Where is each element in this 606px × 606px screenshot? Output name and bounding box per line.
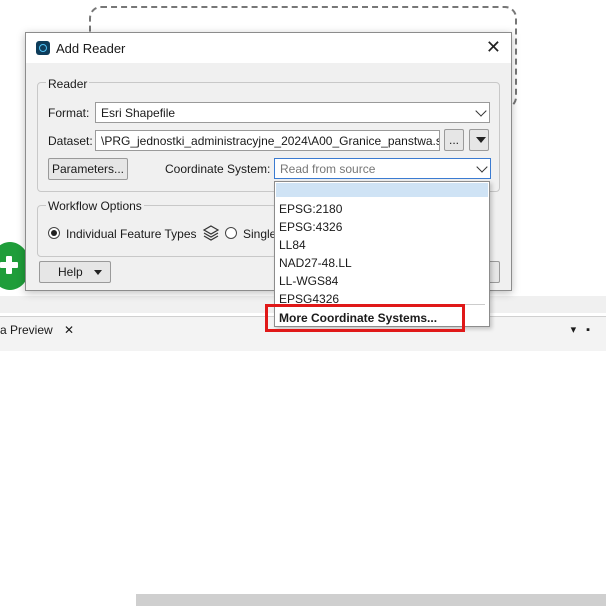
- annotation-highlight-box: [265, 304, 465, 332]
- format-select-value: Esri Shapefile: [101, 106, 176, 120]
- parameters-button[interactable]: Parameters...: [48, 158, 128, 180]
- help-button-label: Help: [58, 265, 83, 279]
- dropdown-item[interactable]: EPSG:2180: [279, 202, 342, 216]
- dataset-menu-button[interactable]: [469, 129, 489, 151]
- layers-icon: [202, 225, 220, 241]
- dialog-title: Add Reader: [56, 41, 126, 56]
- chevron-down-icon: [94, 270, 102, 275]
- help-button[interactable]: Help: [39, 261, 111, 283]
- dropdown-item-blank[interactable]: [276, 183, 488, 197]
- individual-feature-types-radio[interactable]: [48, 227, 60, 239]
- coordinate-system-select[interactable]: Read from source: [274, 158, 491, 179]
- individual-feature-types-label: Individual Feature Types: [66, 227, 197, 241]
- triangle-down-icon: [476, 137, 486, 143]
- tab-data-preview[interactable]: a Preview ✕: [0, 323, 74, 337]
- app-icon: [36, 41, 50, 55]
- dropdown-item[interactable]: NAD27-48.LL: [279, 256, 352, 270]
- browse-button[interactable]: ...: [444, 129, 464, 151]
- dropdown-item[interactable]: EPSG:4326: [279, 220, 342, 234]
- coordinate-system-label: Coordinate System:: [165, 162, 271, 176]
- panel-menu-icons[interactable]: ▾▪: [571, 323, 600, 336]
- dataset-field[interactable]: \PRG_jednostki_administracyjne_2024\A00_…: [95, 130, 440, 151]
- tab-data-preview-label: a Preview: [0, 323, 53, 337]
- dropdown-item[interactable]: LL-WGS84: [279, 274, 338, 288]
- coordinate-system-value: Read from source: [280, 162, 376, 176]
- dropdown-item[interactable]: LL84: [279, 238, 306, 252]
- dialog-titlebar: Add Reader ✕: [26, 33, 511, 63]
- chevron-down-icon: [476, 161, 488, 173]
- workflow-options-label: Workflow Options: [46, 199, 144, 213]
- format-select[interactable]: Esri Shapefile: [95, 102, 490, 123]
- close-icon[interactable]: ✕: [64, 323, 74, 337]
- single-label: Single: [243, 227, 277, 241]
- dataset-label: Dataset:: [48, 134, 93, 148]
- single-merged-feature-type-radio[interactable]: [225, 227, 237, 239]
- reader-group-label: Reader: [46, 77, 90, 91]
- chevron-down-icon: [475, 105, 487, 117]
- dataset-field-value: \PRG_jednostki_administracyjne_2024\A00_…: [101, 134, 440, 148]
- close-icon[interactable]: ✕: [486, 37, 501, 57]
- format-label: Format:: [48, 106, 90, 120]
- canvas-scrollbar-thumb[interactable]: [136, 594, 606, 606]
